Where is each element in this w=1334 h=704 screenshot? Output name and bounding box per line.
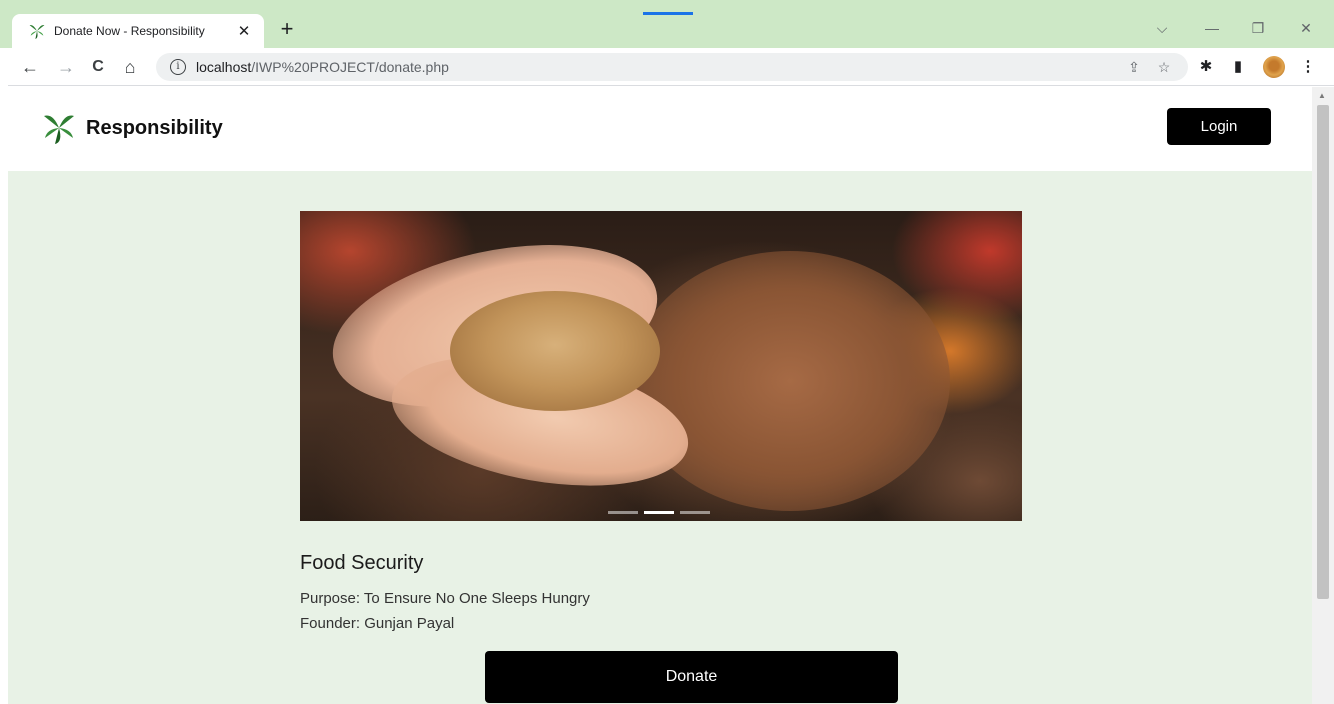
carousel-indicators — [608, 511, 710, 514]
bookmark-star-icon[interactable]: ☆ — [1154, 57, 1174, 77]
share-icon[interactable]: ⇪ — [1124, 57, 1144, 77]
tab-title: Donate Now - Responsibility — [54, 24, 205, 38]
browser-tab[interactable]: Donate Now - Responsibility ✕ — [12, 14, 264, 48]
donate-content: Food Security Purpose: To Ensure No One … — [8, 171, 1312, 704]
tab-search-icon[interactable]: ⌵ — [1140, 14, 1184, 42]
extensions-icon[interactable]: ✱ — [1196, 57, 1216, 77]
url-host: localhost — [196, 59, 252, 75]
new-tab-button[interactable]: + — [274, 17, 300, 43]
login-button[interactable]: Login — [1167, 108, 1271, 145]
scroll-up-icon[interactable]: ▲ — [1318, 91, 1326, 100]
restore-button[interactable]: ❐ — [1236, 14, 1280, 42]
window-close-button[interactable]: ✕ — [1284, 14, 1328, 42]
brand-link[interactable]: Responsibility — [42, 111, 223, 145]
page-scrollbar[interactable]: ▲ — [1312, 87, 1334, 704]
url-path: /IWP%20PROJECT/donate.php — [251, 59, 449, 75]
tab-drop-indicator — [643, 12, 693, 15]
cause-title: Food Security — [300, 552, 424, 574]
scrollbar-thumb[interactable] — [1317, 105, 1329, 599]
web-page: Responsibility Login Food Security Purpo… — [8, 87, 1312, 704]
wheat-grain-photo — [450, 291, 660, 411]
site-header: Responsibility Login — [8, 87, 1312, 171]
cause-founder: Founder: Gunjan Payal — [300, 615, 455, 632]
carousel-indicator-active[interactable] — [644, 511, 674, 514]
cause-purpose: Purpose: To Ensure No One Sleeps Hungry — [300, 590, 590, 607]
brand-name: Responsibility — [86, 116, 223, 139]
outstretched-hands-photo — [630, 251, 950, 511]
minimize-button[interactable]: — — [1190, 14, 1234, 42]
home-icon[interactable]: ⌂ — [116, 53, 144, 81]
cause-image-carousel[interactable] — [300, 211, 1022, 521]
browser-tab-strip: Donate Now - Responsibility ✕ + ⌵ — ❐ ✕ — [0, 0, 1334, 48]
profile-avatar[interactable] — [1263, 56, 1285, 78]
tab-close-icon[interactable]: ✕ — [232, 22, 256, 40]
carousel-indicator[interactable] — [680, 511, 710, 514]
leaf-logo-icon — [42, 111, 76, 145]
donate-button[interactable]: Donate — [485, 651, 898, 703]
carousel-indicator[interactable] — [608, 511, 638, 514]
reload-icon[interactable]: C — [84, 53, 112, 81]
back-arrow-icon[interactable]: ← — [16, 53, 44, 81]
address-bar[interactable]: i localhost/IWP%20PROJECT/donate.php ⇪ ☆ — [156, 53, 1188, 81]
browser-menu-icon[interactable]: ⋮ — [1298, 57, 1318, 77]
leaf-logo-icon — [28, 22, 46, 40]
site-info-icon[interactable]: i — [170, 59, 186, 75]
side-panel-icon[interactable]: ▮ — [1228, 57, 1248, 77]
browser-toolbar: ← → C ⌂ i localhost/IWP%20PROJECT/donate… — [8, 48, 1334, 86]
forward-arrow-icon[interactable]: → — [52, 53, 80, 81]
